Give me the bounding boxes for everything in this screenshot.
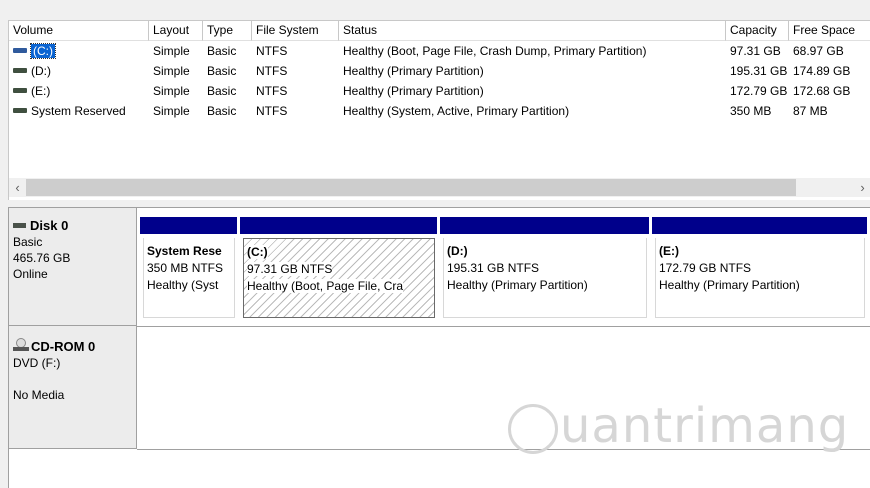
cell-volume: (C:) — [9, 41, 149, 61]
cell-fs: NTFS — [256, 104, 288, 118]
cell-layout: Simple — [153, 104, 190, 118]
horizontal-scrollbar[interactable]: ‹ › — [9, 178, 870, 197]
volume-row[interactable]: (E:) Simple Basic NTFS Healthy (Primary Part… — [9, 81, 870, 101]
cell-volume: System Reserved — [9, 101, 149, 121]
disk-kind: Basic — [13, 235, 43, 249]
column-header-free[interactable]: Free Space — [789, 21, 870, 41]
cell-free: 172.68 GB — [793, 84, 851, 98]
cell-capacity: 350 MB — [730, 104, 772, 118]
cell-capacity: 195.31 GB — [730, 64, 788, 78]
partition-system-reserved[interactable]: System Rese 350 MB NTFS Healthy (Syst — [140, 217, 237, 320]
volume-row[interactable]: (C:) Simple Basic NTFS Healthy (Boot, Page F… — [9, 41, 870, 61]
cell-type: Basic — [207, 104, 237, 118]
partition-status: Healthy (Boot, Page File, Cra — [247, 279, 404, 293]
disk-size: 465.76 GB — [13, 251, 71, 265]
volume-icon — [13, 88, 27, 94]
column-header-layout[interactable]: Layout — [149, 21, 203, 41]
watermark-logo: uantrimang — [508, 392, 868, 472]
partition-title: (E:) — [659, 244, 679, 258]
cell-fs: NTFS — [256, 44, 288, 58]
cdrom-drive: DVD (F:) — [13, 356, 61, 370]
partition-bar — [440, 217, 649, 234]
partition-c[interactable]: (C:) 97.31 GB NTFS Healthy (Boot, Page F… — [240, 217, 437, 320]
volume-list[interactable]: Volume Layout Type File System Status Capacit… — [8, 20, 870, 200]
cell-status: Healthy (Primary Partition) — [343, 64, 484, 78]
disk-state: Online — [13, 267, 48, 281]
column-header-capacity[interactable]: Capacity — [726, 21, 789, 41]
cell-capacity: 97.31 GB — [730, 44, 781, 58]
volume-name: (E:) — [31, 84, 51, 98]
disk-name: Disk 0 — [30, 218, 69, 233]
cell-status: Healthy (System, Active, Primary Partiti… — [343, 104, 570, 118]
column-header-fs[interactable]: File System — [252, 21, 339, 41]
partition-bar — [140, 217, 237, 234]
partition-status: Healthy (Primary Partition) — [659, 278, 800, 292]
cell-type: Basic — [207, 64, 237, 78]
volume-name: (D:) — [31, 64, 51, 78]
cell-layout: Simple — [153, 84, 190, 98]
scrollbar-thumb[interactable] — [26, 179, 796, 196]
partition-bar — [240, 217, 437, 234]
cell-type: Basic — [207, 44, 237, 58]
volume-row[interactable]: System Reserved Simple Basic NTFS Healthy (S… — [9, 101, 870, 121]
cell-free: 174.89 GB — [793, 64, 851, 78]
partition-e[interactable]: (E:) 172.79 GB NTFS Healthy (Primary Par… — [652, 217, 867, 320]
chevron-left-icon[interactable]: ‹ — [9, 178, 26, 197]
partition-size: 97.31 GB NTFS — [247, 262, 333, 276]
cell-volume: (D:) — [9, 61, 149, 81]
disk-0-label[interactable]: Disk 0 Basic 465.76 GB Online — [9, 208, 137, 326]
partition-status: Healthy (Primary Partition) — [447, 278, 588, 292]
partition-size: 350 MB NTFS — [147, 261, 224, 275]
cell-capacity: 172.79 GB — [730, 84, 788, 98]
column-header-type[interactable]: Type — [203, 21, 252, 41]
partition-d[interactable]: (D:) 195.31 GB NTFS Healthy (Primary Par… — [440, 217, 649, 320]
column-header-volume[interactable]: Volume — [9, 21, 149, 41]
cell-fs: NTFS — [256, 84, 288, 98]
volume-name: System Reserved — [31, 104, 126, 118]
cell-layout: Simple — [153, 44, 190, 58]
hard-disk-icon — [13, 222, 26, 228]
cell-status: Healthy (Boot, Page File, Crash Dump, Pr… — [343, 44, 647, 58]
partition-title: System Rese — [147, 244, 222, 258]
partition-bar — [652, 217, 867, 234]
chevron-right-icon[interactable]: › — [854, 178, 870, 197]
partition-title: (D:) — [447, 244, 468, 258]
partition-status: Healthy (Syst — [147, 278, 219, 292]
cd-drive-icon — [13, 337, 29, 352]
cdrom-0-label[interactable]: CD-ROM 0 DVD (F:) No Media — [9, 326, 137, 449]
partition-size: 172.79 GB NTFS — [659, 261, 752, 275]
cell-type: Basic — [207, 84, 237, 98]
watermark-text: uantrimang — [560, 398, 850, 454]
column-header-status[interactable]: Status — [339, 21, 726, 41]
volume-icon — [13, 108, 27, 114]
cell-free: 68.97 GB — [793, 44, 844, 58]
cell-volume: (E:) — [9, 81, 149, 101]
volume-name: (C:) — [30, 43, 56, 59]
cell-fs: NTFS — [256, 64, 288, 78]
partition-size: 195.31 GB NTFS — [447, 261, 540, 275]
disk-0-partitions: System Rese 350 MB NTFS Healthy (Syst (C… — [137, 208, 870, 327]
cdrom-name: CD-ROM 0 — [31, 339, 96, 354]
cdrom-media: No Media — [13, 388, 65, 402]
volume-row[interactable]: (D:) Simple Basic NTFS Healthy (Primary Part… — [9, 61, 870, 81]
cell-free: 87 MB — [793, 104, 828, 118]
volume-icon — [13, 48, 27, 54]
lightbulb-icon — [508, 404, 558, 454]
cell-status: Healthy (Primary Partition) — [343, 84, 484, 98]
cell-layout: Simple — [153, 64, 190, 78]
volume-icon — [13, 68, 27, 74]
partition-title: (C:) — [247, 245, 268, 259]
